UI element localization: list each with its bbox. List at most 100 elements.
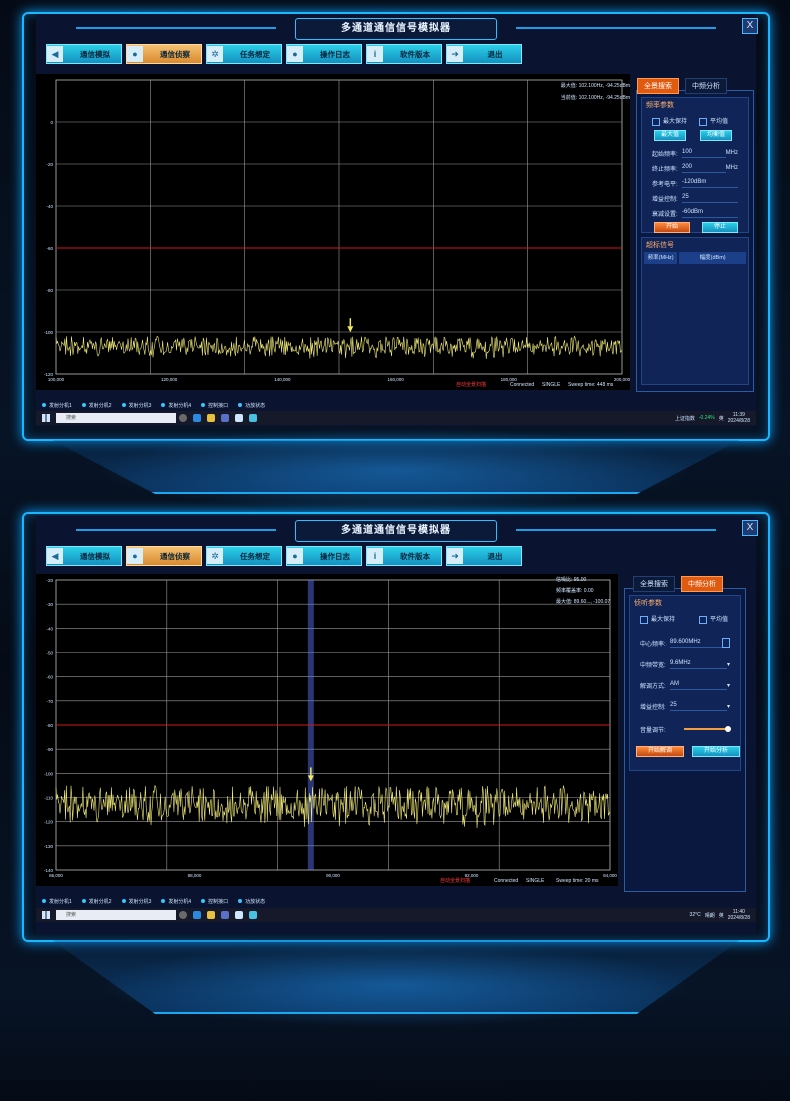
field-start-freq[interactable]: 起始频率: 100 MHz (652, 148, 738, 158)
chart-note-coverage: 频率覆盖率: 0.00 (556, 588, 594, 594)
toolbar: ◀ 通信模拟 ● 通信侦察 ✲ 任务想定 ● 操作日志 i 软件版本 ➜ 退出 (46, 546, 522, 566)
spectrum-svg: -20 -30 -40 -50 -60 -70 -80 -90 -100 -110 -120 -130… (44, 578, 617, 878)
field-value: AM (670, 680, 727, 690)
field-attenuation[interactable]: 衰减设置: -60dBm (652, 208, 738, 218)
average-value-button[interactable]: 均衡值 (700, 130, 732, 141)
field-gain[interactable]: 增益控制: 25 ▾ (640, 701, 730, 711)
tool-comm-sim-button[interactable]: ◀ 通信模拟 (46, 546, 122, 566)
tool-label: 操作日志 (320, 551, 350, 561)
tool-exit-button[interactable]: ➜ 退出 (446, 546, 522, 566)
mail-icon[interactable] (235, 414, 243, 422)
taskbar-clock[interactable]: 11:40 2024/8/28 (728, 909, 750, 921)
max-value-button[interactable]: 最大值 (654, 130, 686, 141)
speaker-icon: ◀ (47, 548, 63, 564)
stop-button[interactable]: 停止 (702, 222, 738, 233)
spinner-icon[interactable] (722, 638, 730, 648)
app-icon[interactable] (249, 911, 257, 919)
field-if-bandwidth[interactable]: 中频带宽: 9.6MHz ▾ (640, 659, 730, 669)
toolbar: ◀ 通信模拟 ● 通信侦察 ✲ 任务想定 ● 操作日志 i 软件版本 ➜ 退出 (46, 44, 522, 64)
edge-icon[interactable] (193, 911, 201, 919)
volume-slider[interactable] (684, 726, 731, 732)
tool-comm-recon-button[interactable]: ● 通信侦察 (126, 546, 202, 566)
status-single: SINGLE (526, 878, 545, 884)
field-center-freq[interactable]: 中心频率: 89.600MHz (640, 638, 730, 648)
field-key: 解调方式: (640, 683, 666, 690)
legend-item: 发射分机4 (161, 898, 191, 905)
tool-scenario-button[interactable]: ✲ 任务想定 (206, 44, 282, 64)
start-button[interactable]: 开始 (654, 222, 690, 233)
checkbox-row: 最大保持 平均值 (652, 116, 738, 126)
average-checkbox[interactable]: 平均值 (699, 116, 729, 126)
taskbar-clock[interactable]: 11:39 2024/8/28 (728, 412, 750, 424)
checkbox-label: 平均值 (710, 617, 729, 624)
tab-panorama-search[interactable]: 全景搜索 (637, 78, 679, 94)
tab-if-analysis[interactable]: 中频分析 (685, 78, 727, 94)
tool-scenario-button[interactable]: ✲ 任务想定 (206, 546, 282, 566)
tab-if-analysis[interactable]: 中频分析 (681, 576, 723, 592)
start-demod-button[interactable]: 开始解调 (636, 746, 684, 757)
volume-knob[interactable] (724, 726, 731, 732)
y-tick-label: -60 (46, 675, 53, 680)
volume-fill (684, 728, 728, 730)
tool-version-button[interactable]: i 软件版本 (366, 44, 442, 64)
app-window: 多通道通信信号模拟器 X ◀ 通信模拟 ● 通信侦察 ✲ 任务想定 ● 操作日志 i 软件… (36, 14, 758, 426)
tool-label: 任务想定 (240, 551, 270, 561)
tool-exit-button[interactable]: ➜ 退出 (446, 44, 522, 64)
field-demod[interactable]: 解调方式: AM ▾ (640, 680, 730, 690)
edge-icon[interactable] (193, 414, 201, 422)
folder-icon[interactable] (207, 414, 215, 422)
mail-icon[interactable] (235, 911, 243, 919)
close-button[interactable]: X (742, 520, 758, 536)
channel-legend: 发射分机1 发射分机2 发射分机3 发射分机4 控制接口 功放状态 (36, 896, 756, 906)
y-tick-label: -70 (46, 699, 53, 704)
checkbox-label: 平均值 (710, 119, 729, 126)
chevron-down-icon: ▾ (726, 682, 730, 689)
spectrum-chart[interactable]: 0 -20 -40 -60 -80 -100 -120 100,000 120,000 140,0… (36, 74, 630, 390)
taskbar-search-input[interactable]: 搜索 (56, 413, 176, 423)
status-sweep-time: Sweep time: 20 ms (556, 878, 599, 884)
max-hold-checkbox[interactable]: 最大保持 (652, 116, 687, 126)
tool-version-button[interactable]: i 软件版本 (366, 546, 442, 566)
weather-temp: 32°C (689, 912, 701, 918)
app-icon[interactable] (249, 414, 257, 422)
tool-label: 任务想定 (240, 49, 270, 59)
field-stop-freq[interactable]: 终止频率: 200 MHz (652, 163, 738, 173)
start-analysis-button[interactable]: 开始分析 (692, 746, 740, 757)
task-view-icon[interactable] (179, 414, 187, 422)
field-value: 9.6MHz (670, 659, 727, 669)
tool-log-button[interactable]: ● 操作日志 (286, 44, 362, 64)
legend-item: 功放状态 (238, 898, 265, 905)
signal-table-header: 频率(MHz) 幅度(dBm) (644, 252, 746, 264)
max-hold-checkbox[interactable]: 最大保持 (640, 614, 675, 624)
y-tick-label: -40 (46, 626, 53, 631)
x-tick-label: 140,000 (274, 377, 291, 382)
windows-start-icon[interactable] (42, 414, 50, 422)
params-section: 侦听参数 最大保持 平均值 中心频率: 89.600MHz 中频带宽: 9.6MHz… (629, 595, 741, 771)
average-checkbox[interactable]: 平均值 (699, 614, 729, 624)
spectrum-chart[interactable]: -20 -30 -40 -50 -60 -70 -80 -90 -100 -110 -120 -130… (36, 574, 618, 886)
tab-panorama-search[interactable]: 全景搜索 (633, 576, 675, 592)
spectrum-svg: 0-20-40-60-80-100-120100,000 120,000 140,0… (44, 79, 630, 382)
legend-item: 控制接口 (201, 898, 228, 905)
close-button[interactable]: X (742, 18, 758, 34)
taskbar-search-input[interactable]: 搜索 (56, 910, 176, 920)
store-icon[interactable] (221, 414, 229, 422)
store-icon[interactable] (221, 911, 229, 919)
field-ref-level[interactable]: 参考电平: -120dBm (652, 178, 738, 188)
legend-item: 发射分机4 (161, 402, 191, 409)
lang-indicator[interactable]: 英 (719, 415, 724, 422)
windows-start-icon[interactable] (42, 911, 50, 919)
folder-icon[interactable] (207, 911, 215, 919)
field-gain[interactable]: 增益控制: 25 (652, 193, 738, 203)
tool-comm-sim-button[interactable]: ◀ 通信模拟 (46, 44, 122, 64)
tool-label: 软件版本 (400, 551, 430, 561)
tool-comm-recon-button[interactable]: ● 通信侦察 (126, 44, 202, 64)
col-amplitude: 幅度(dBm) (679, 252, 746, 264)
tool-label: 软件版本 (400, 49, 430, 59)
lang-indicator[interactable]: 英 (719, 912, 724, 919)
app-window: 多通道通信信号模拟器 X ◀ 通信模拟 ● 通信侦察 ✲ 任务想定 ● 操作日志 i 软件… (36, 516, 758, 934)
title-bar: 多通道通信信号模拟器 X (36, 14, 758, 48)
task-view-icon[interactable] (179, 911, 187, 919)
tool-label: 通信侦察 (160, 49, 190, 59)
tool-log-button[interactable]: ● 操作日志 (286, 546, 362, 566)
